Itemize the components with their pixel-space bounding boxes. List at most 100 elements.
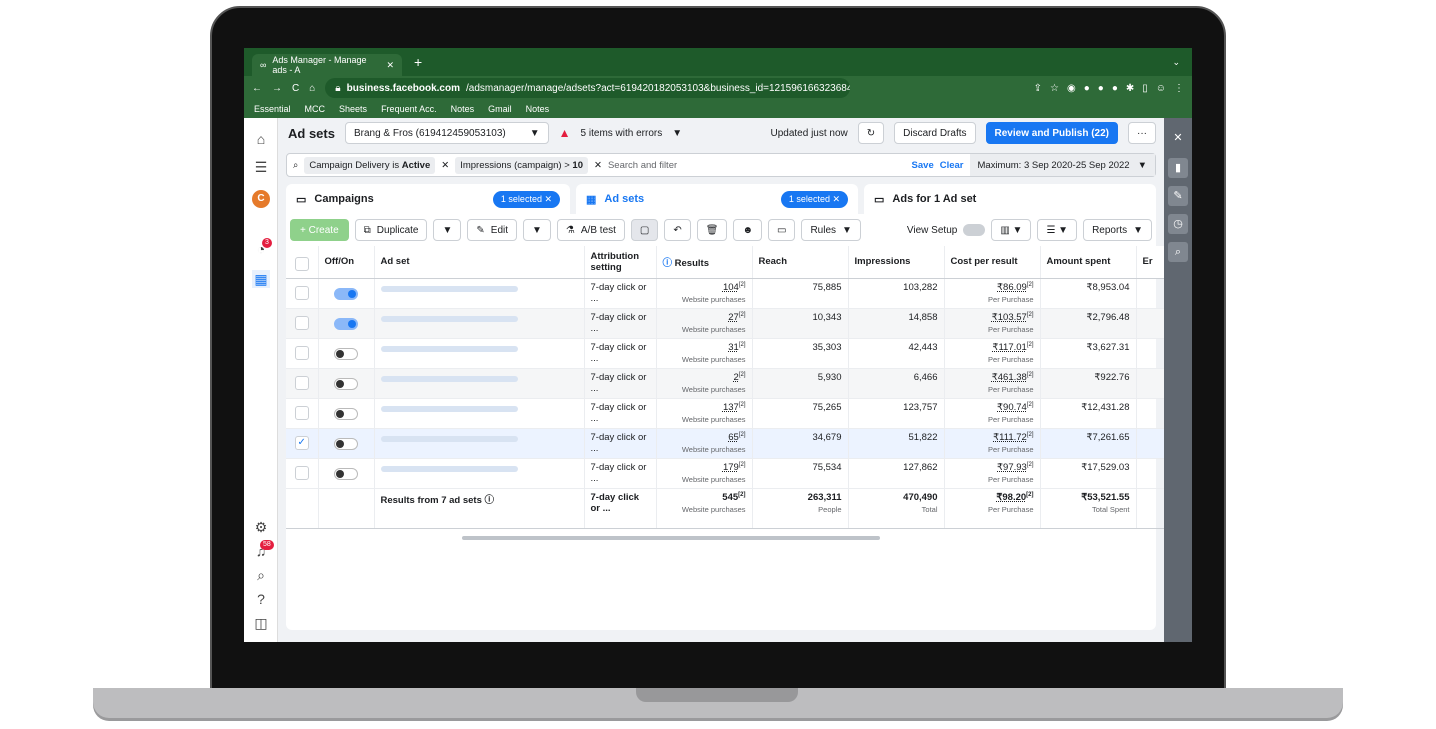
chevron-down-icon[interactable]: ⌄ (1172, 57, 1180, 68)
table-row[interactable]: 7-day click or ... 137[2] Website purchas… (286, 398, 1167, 429)
discard-drafts-button[interactable]: Discard Drafts (894, 122, 976, 144)
select-all-checkbox[interactable] (294, 256, 309, 271)
cpr-value[interactable]: ₹461.38 (992, 372, 1027, 383)
browser-tab[interactable]: ∞ Ads Manager - Manage ads - A ✕ (252, 54, 402, 76)
delivery-toggle[interactable] (334, 287, 358, 300)
results-value[interactable]: 65 (728, 432, 739, 443)
adset-name-cell[interactable] (374, 458, 585, 489)
delivery-toggle[interactable] (334, 347, 358, 360)
row-checkbox[interactable] (294, 405, 309, 420)
adset-name-cell[interactable] (374, 278, 585, 309)
cpr-value[interactable]: ₹90.74 (997, 402, 1027, 413)
bookmark-mcc[interactable]: MCC (305, 104, 326, 114)
adset-name-cell[interactable] (374, 368, 585, 399)
filter-chip-delivery[interactable]: Campaign Delivery is Active (304, 156, 436, 174)
star-icon[interactable]: ☆ (1050, 83, 1059, 94)
row-checkbox[interactable] (294, 285, 309, 300)
bookmark-notes[interactable]: Notes (451, 104, 475, 114)
gear-icon[interactable]: ⚙ (252, 518, 270, 536)
edit-dropdown[interactable]: ▼ (523, 219, 551, 241)
pencil-icon[interactable]: ✎ (1168, 186, 1188, 206)
col-impressions[interactable]: Impressions (848, 246, 945, 279)
filter-chip-impressions[interactable]: Impressions (campaign) > 10 (455, 156, 588, 174)
new-tab-icon[interactable]: + (414, 54, 422, 70)
home-icon[interactable]: ⌂ (252, 130, 270, 148)
results-value[interactable]: 27 (728, 312, 739, 323)
delivery-toggle[interactable] (334, 317, 358, 330)
tab-adsets[interactable]: ▦ Ad sets 1 selected ✕ (576, 184, 858, 214)
edit-button[interactable]: ✎ Edit (467, 219, 518, 241)
table-icon[interactable]: ▦ (252, 270, 270, 288)
reload-icon[interactable]: C (292, 83, 299, 94)
menu-icon[interactable]: ⋮ (1174, 83, 1184, 94)
search-input[interactable]: Search and filter (608, 160, 906, 171)
row-checkbox[interactable] (294, 315, 309, 330)
avatar[interactable]: C (252, 190, 270, 208)
delivery-toggle[interactable] (334, 437, 358, 450)
col-extra[interactable]: Er (1136, 246, 1167, 279)
table-row[interactable]: 7-day click or ... 27[2] Website purchase… (286, 308, 1167, 339)
home-icon[interactable]: ⌂ (309, 83, 315, 94)
profile-icon[interactable]: ☺ (1156, 83, 1166, 94)
col-amount[interactable]: Amount spent (1040, 246, 1137, 279)
col-results[interactable]: ⓘ Results (656, 246, 753, 279)
table-row[interactable]: 7-day click or ... 2[2] Website purchases… (286, 368, 1167, 399)
bookmark-frequent[interactable]: Frequent Acc. (381, 104, 437, 114)
row-checkbox[interactable]: ✓ (294, 435, 309, 450)
cpr-value[interactable]: ₹103.57 (992, 312, 1027, 323)
close-icon[interactable]: ✕ (594, 160, 602, 171)
share-icon[interactable]: ⇪ (1034, 83, 1042, 94)
save-filter-link[interactable]: Save (912, 160, 934, 171)
review-publish-button[interactable]: Review and Publish (22) (985, 122, 1118, 144)
account-select[interactable]: Brang & Fros (619412459053103) ▼ (344, 122, 549, 144)
delivery-toggle[interactable] (334, 377, 358, 390)
bookmark-essential[interactable]: Essential (254, 104, 291, 114)
address-bar[interactable]: 🔒︎ business.facebook.com/adsmanager/mana… (325, 78, 851, 98)
camera-icon[interactable]: ◉ (1067, 83, 1076, 94)
panel-toggle-icon[interactable]: ◫ (252, 614, 270, 632)
forward-icon[interactable]: → (272, 83, 282, 94)
refresh-button[interactable]: ↻ (857, 122, 885, 144)
more-button[interactable]: ··· (1128, 122, 1156, 144)
cpr-value[interactable]: ₹86.09 (997, 282, 1027, 293)
col-cpr[interactable]: Cost per result (944, 246, 1041, 279)
undo-button[interactable]: ↶ (664, 219, 691, 241)
bookmark-gmail[interactable]: Gmail (488, 104, 512, 114)
zoom-icon[interactable]: ⌕ (1168, 242, 1188, 262)
caret-down-icon[interactable]: ▼ (672, 128, 682, 139)
row-checkbox[interactable] (294, 375, 309, 390)
adset-name-cell[interactable] (374, 398, 585, 429)
extension-icon[interactable]: ● (1084, 83, 1090, 94)
abtest-button[interactable]: ⚗ A/B test (556, 219, 625, 241)
sidebar-icon[interactable]: ▯ (1142, 83, 1148, 94)
hamburger-icon[interactable]: ☰ (252, 158, 270, 176)
chart-icon[interactable]: ▮ (1168, 158, 1188, 178)
clear-filter-link[interactable]: Clear (940, 160, 964, 171)
horizontal-scrollbar[interactable] (462, 536, 880, 540)
adset-name-cell[interactable] (374, 428, 585, 459)
search-icon[interactable]: ⌕ (252, 566, 270, 584)
col-reach[interactable]: Reach (752, 246, 849, 279)
table-row[interactable]: ✓ 7-day click or ... 65[2] Website purcha… (286, 428, 1167, 459)
puzzle-icon[interactable]: ✱ (1126, 83, 1134, 94)
view-setup-toggle[interactable] (963, 224, 986, 236)
back-icon[interactable]: ← (252, 83, 262, 94)
delete-button[interactable]: 🗑︎ (696, 219, 728, 241)
table-row[interactable]: 7-day click or ... 31[2] Website purchase… (286, 338, 1167, 369)
cpr-value[interactable]: ₹117.01 (992, 342, 1026, 353)
tab-ads[interactable]: ▭ Ads for 1 Ad set (864, 184, 1156, 214)
clock-icon[interactable]: ◷ (1168, 214, 1188, 234)
col-offon[interactable]: Off/On (318, 246, 375, 279)
rules-button[interactable]: Rules ▼ (801, 219, 861, 241)
extension-icon[interactable]: ● (1112, 83, 1118, 94)
breakdown-button[interactable]: ☰ ▼ (1037, 219, 1078, 241)
results-value[interactable]: 104 (723, 282, 739, 293)
close-icon[interactable]: ✕ (1168, 128, 1188, 148)
columns-button[interactable]: ▥ ▼ (991, 219, 1032, 241)
selection-pill[interactable]: 1 selected ✕ (492, 190, 560, 208)
close-icon[interactable]: ✕ (441, 160, 449, 171)
cpr-value[interactable]: ₹97.93 (997, 462, 1027, 473)
bookmark-sheets[interactable]: Sheets (339, 104, 367, 114)
cpr-value[interactable]: ₹111.72 (993, 432, 1027, 443)
help-icon[interactable]: ? (252, 590, 270, 608)
